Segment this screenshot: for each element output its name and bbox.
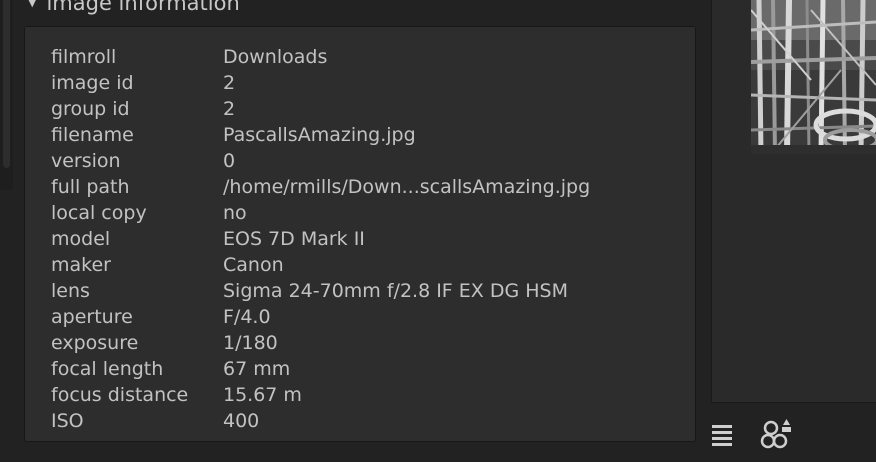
info-key: lens <box>51 280 90 302</box>
collapse-arrow-icon[interactable]: ▼ <box>28 0 36 9</box>
info-value: EOS 7D Mark II <box>223 228 365 250</box>
info-key: local copy <box>51 202 147 224</box>
image-thumbnail[interactable] <box>751 0 876 154</box>
info-key: group id <box>51 98 130 120</box>
info-value: PascallsAmazing.jpg <box>223 124 416 146</box>
info-key: maker <box>51 254 111 276</box>
info-key: model <box>51 228 111 250</box>
image-information-header[interactable]: ▼ image information <box>28 0 688 18</box>
info-key: ISO <box>51 410 84 432</box>
image-information-panel: filmroll Downloads image id 2 group id 2… <box>24 26 696 442</box>
info-key: filmroll <box>51 46 117 68</box>
info-key: full path <box>51 176 130 198</box>
info-value: Canon <box>223 254 284 276</box>
info-key: version <box>51 150 121 172</box>
info-value: 67 mm <box>223 358 291 380</box>
info-value: Downloads <box>223 46 328 68</box>
overlapping-circles-icon[interactable] <box>760 417 796 453</box>
info-value: 400 <box>223 410 260 432</box>
module-title: image information <box>46 0 240 15</box>
info-key: focus distance <box>51 384 189 406</box>
info-key: focal length <box>51 358 164 380</box>
info-key: filename <box>51 124 134 146</box>
info-key: exposure <box>51 332 139 354</box>
info-key: aperture <box>51 306 133 328</box>
info-value: 1/180 <box>223 332 278 354</box>
left-panel-scrollbar[interactable] <box>0 0 13 190</box>
info-value: 2 <box>223 98 236 120</box>
info-value: no <box>223 202 247 224</box>
scrollbar-thumb[interactable] <box>3 0 10 168</box>
info-value: 15.67 m <box>223 384 302 406</box>
info-value: 2 <box>223 72 236 94</box>
info-value: 0 <box>223 150 236 172</box>
hamburger-icon[interactable] <box>712 425 732 447</box>
info-value: Sigma 24-70mm f/2.8 IF EX DG HSM <box>223 280 568 302</box>
info-value: /home/rmills/Down...scallsAmazing.jpg <box>223 176 591 198</box>
info-value: F/4.0 <box>223 306 271 328</box>
thumbnail-picture <box>751 0 876 154</box>
info-key: image id <box>51 72 134 94</box>
